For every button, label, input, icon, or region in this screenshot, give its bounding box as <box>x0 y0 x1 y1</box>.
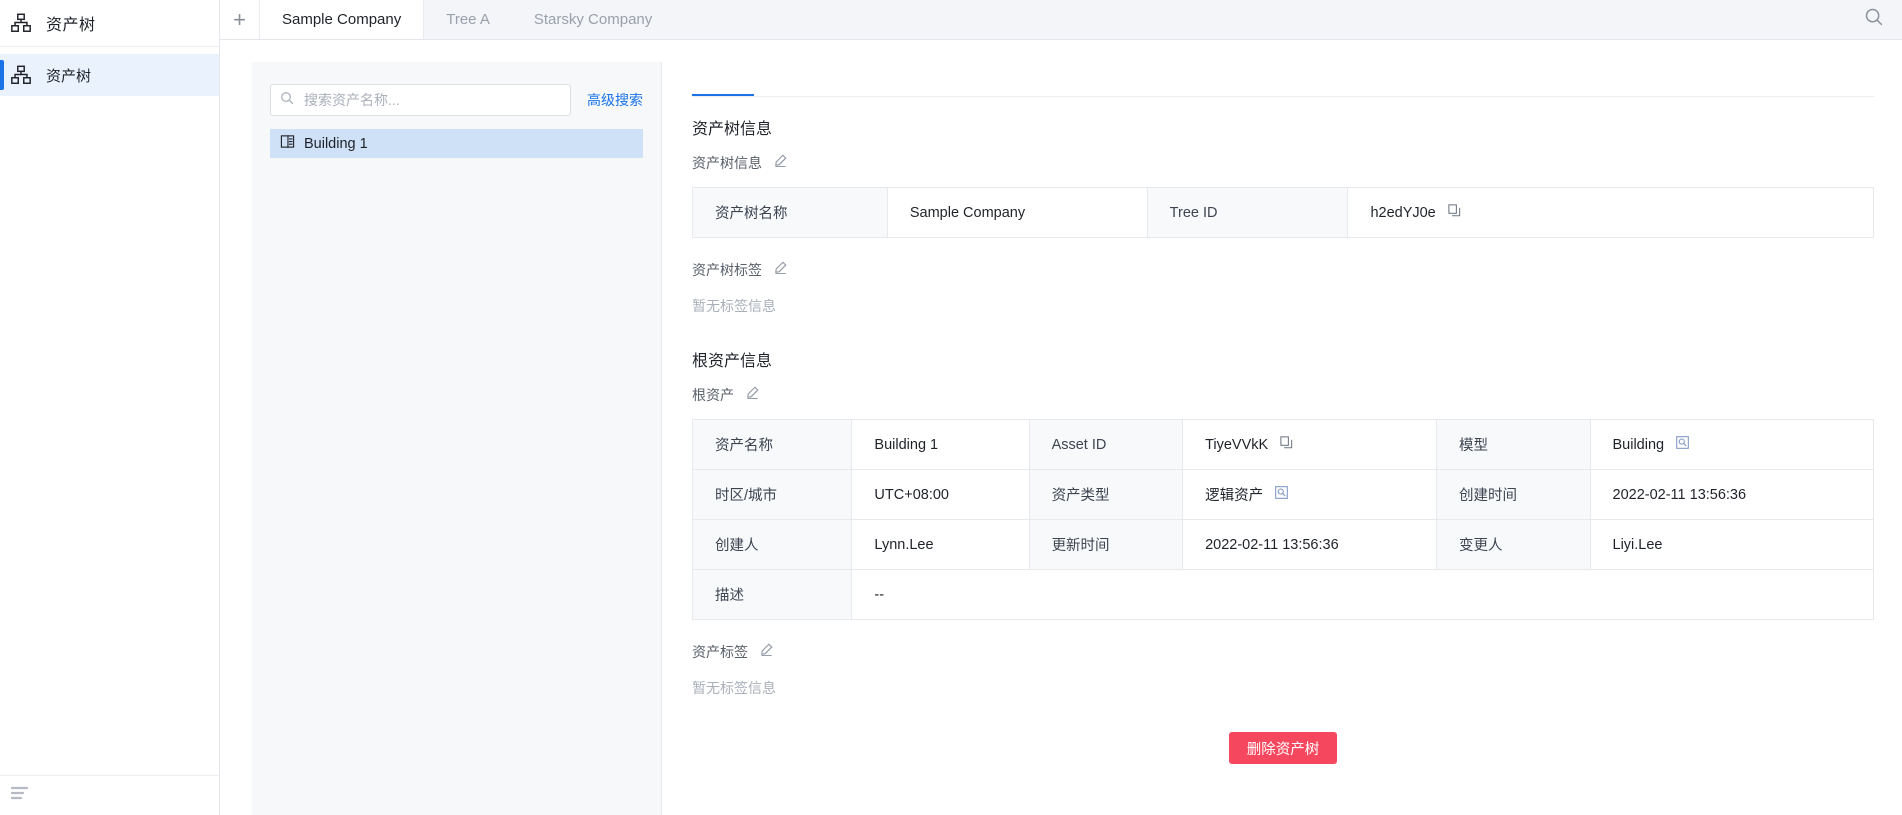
collapse-menu-icon <box>10 785 29 806</box>
table-cell-key: 创建人 <box>691 519 853 570</box>
copy-icon[interactable] <box>1447 203 1462 222</box>
edit-pencil-icon[interactable] <box>773 153 788 173</box>
asset-tree-list: Building 1 <box>270 129 643 158</box>
table-cell-key: Asset ID <box>1028 419 1184 470</box>
table-row: 资产名称 Building 1 Asset ID TiyeVVkK 模型 Bui… <box>691 419 1874 470</box>
sidebar-item-asset-tree[interactable]: 资产树 <box>0 54 219 96</box>
sidebar-item-label: 资产树 <box>46 67 92 85</box>
table-cell-value: h2edYJ0e <box>1347 187 1874 238</box>
edit-pencil-icon[interactable] <box>759 642 774 662</box>
sub-label: 根资产 <box>692 387 734 403</box>
table-cell-value: 逻辑资产 <box>1182 469 1437 520</box>
sidebar-title: 资产树 <box>46 17 96 34</box>
org-tree-icon <box>10 64 32 86</box>
delete-asset-tree-button[interactable]: 删除资产树 <box>1228 732 1338 764</box>
global-search-button[interactable] <box>1846 0 1902 39</box>
main-area: + Sample Company Tree A Starsky Company <box>220 0 1902 815</box>
building-node-icon <box>280 134 295 153</box>
asset-tree-panel: 高级搜索 Building 1 <box>252 62 662 815</box>
table-cell-value: -- <box>851 569 1874 620</box>
asset-tags-empty-text: 暂无标签信息 <box>692 680 776 696</box>
sidebar-nav: 资产树 <box>0 47 219 96</box>
copy-icon[interactable] <box>1279 435 1294 454</box>
table-cell-value: TiyeVVkK <box>1182 419 1437 470</box>
sub-header-tree-info: 资产树信息 <box>692 153 1874 173</box>
table-cell-value: 2022-02-11 13:56:36 <box>1182 519 1437 570</box>
table-cell-value: Building 1 <box>851 419 1030 470</box>
search-icon <box>1864 7 1884 32</box>
sub-label: 资产树标签 <box>692 262 762 278</box>
sidebar: 资产树 资产树 <box>0 0 220 815</box>
sidebar-header: 资产树 <box>0 0 219 47</box>
sub-header-root-asset: 根资产 <box>692 385 1874 405</box>
content-body: 高级搜索 Building 1 <box>220 40 1902 815</box>
table-cell-key: 变更人 <box>1435 519 1591 570</box>
tab-tree-a[interactable]: Tree A <box>424 0 512 39</box>
tab-label: Sample Company <box>282 11 402 28</box>
table-cell-key: 资产类型 <box>1028 469 1184 520</box>
table-cell-value: Liyi.Lee <box>1589 519 1874 570</box>
tree-tags-empty-text: 暂无标签信息 <box>692 298 776 314</box>
root-asset-table: 资产名称 Building 1 Asset ID TiyeVVkK 模型 Bui… <box>691 419 1874 620</box>
table-cell-key: 资产树名称 <box>692 187 888 238</box>
tree-id-value: h2edYJ0e <box>1370 204 1436 221</box>
table-row: 描述 -- <box>691 569 1874 620</box>
inspect-icon[interactable] <box>1675 435 1690 454</box>
table-cell-key: Tree ID <box>1146 187 1349 238</box>
tab-label: Starsky Company <box>533 11 653 28</box>
tabbar: + Sample Company Tree A Starsky Company <box>220 0 1902 40</box>
advanced-search-link[interactable]: 高级搜索 <box>587 90 643 110</box>
app-root: 资产树 资产树 + Sample Company Tree A Starsky … <box>0 0 1902 815</box>
table-cell-key: 创建时间 <box>1435 469 1591 520</box>
tree-node-label: Building 1 <box>304 135 368 152</box>
tree-info-table: 资产树名称 Sample Company Tree ID h2edYJ0e <box>692 187 1874 238</box>
tab-sample-company[interactable]: Sample Company <box>260 0 425 39</box>
tab-label: Tree A <box>446 11 490 28</box>
sub-header-asset-tags: 资产标签 <box>692 642 1874 662</box>
sub-header-tree-tags: 资产树标签 <box>692 260 1874 280</box>
asset-type-value: 逻辑资产 <box>1205 488 1264 504</box>
tree-node-building-1[interactable]: Building 1 <box>270 129 643 158</box>
tree-search-row: 高级搜索 <box>270 84 643 116</box>
section-title-tree-info: 资产树信息 <box>692 121 773 138</box>
table-row: 创建人 Lynn.Lee 更新时间 2022-02-11 13:56:36 变更… <box>691 519 1874 570</box>
search-input-wrapper[interactable] <box>270 84 571 116</box>
sub-label: 资产树信息 <box>692 155 762 171</box>
edit-pencil-icon[interactable] <box>745 385 760 405</box>
table-cell-value: Building <box>1589 419 1874 470</box>
org-tree-icon <box>10 12 32 34</box>
asset-id-value: TiyeVVkK <box>1205 436 1269 453</box>
table-cell-key: 描述 <box>691 569 853 620</box>
table-cell-key: 模型 <box>1435 419 1591 470</box>
table-cell-value: Sample Company <box>886 187 1148 238</box>
table-cell-value: Lynn.Lee <box>851 519 1030 570</box>
table-cell-key: 时区/城市 <box>691 469 853 520</box>
search-input[interactable] <box>302 91 561 109</box>
tab-starsky-company[interactable]: Starsky Company <box>512 0 674 39</box>
table-row: 时区/城市 UTC+08:00 资产类型 逻辑资产 创建时间 2022-02-1… <box>691 469 1874 520</box>
detail-panel: 资产树信息 资产树信息 资产树名称 Sample Company Tree ID… <box>662 40 1902 815</box>
search-icon <box>280 91 294 110</box>
table-cell-value: 2022-02-11 13:56:36 <box>1589 469 1874 520</box>
table-cell-value: UTC+08:00 <box>851 469 1030 520</box>
add-tab-button[interactable]: + <box>220 0 260 39</box>
inspect-icon[interactable] <box>1274 485 1289 504</box>
table-cell-key: 资产名称 <box>691 419 853 470</box>
sub-label: 资产标签 <box>692 644 748 660</box>
table-cell-key: 更新时间 <box>1028 519 1184 570</box>
table-row: 资产树名称 Sample Company Tree ID h2edYJ0e <box>692 187 1874 238</box>
detail-footer-actions: 删除资产树 <box>692 732 1874 764</box>
sidebar-collapse-button[interactable] <box>0 775 219 815</box>
edit-pencil-icon[interactable] <box>773 260 788 280</box>
section-title-root-asset: 根资产信息 <box>692 353 773 370</box>
detail-tab-divider <box>692 96 1874 97</box>
model-value: Building <box>1612 436 1665 453</box>
